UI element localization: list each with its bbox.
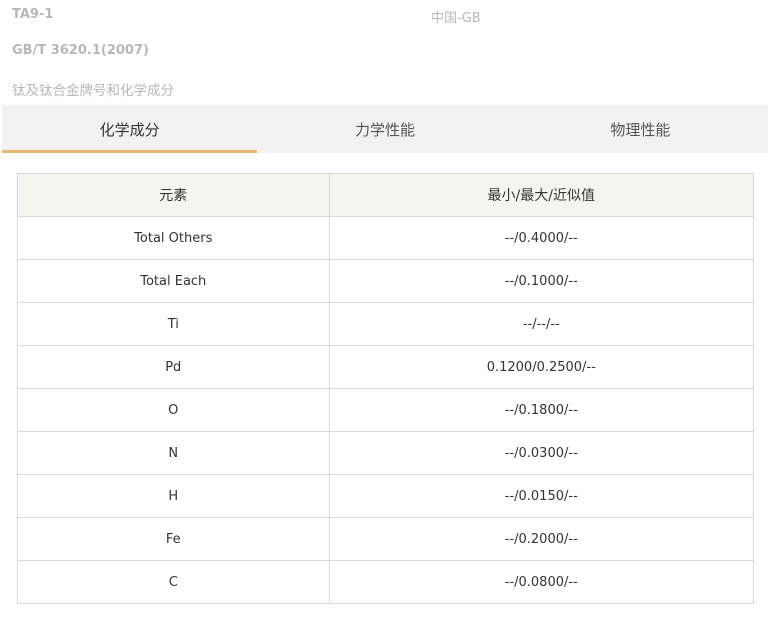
country-standard-label: 中国-GB xyxy=(431,11,481,26)
value-cell: --/0.0800/-- xyxy=(328,560,755,604)
element-cell: Fe xyxy=(17,517,330,561)
table-row: C --/0.0800/-- xyxy=(17,560,755,604)
table-row: H --/0.0150/-- xyxy=(17,474,755,518)
composition-table: 元素 最小/最大/近似值 Total Others --/0.4000/-- T… xyxy=(17,173,755,604)
tab-physical-properties[interactable]: 物理性能 xyxy=(513,105,768,153)
value-cell: --/0.0300/-- xyxy=(328,431,755,475)
value-cell: --/0.1800/-- xyxy=(328,388,755,432)
element-cell: H xyxy=(17,474,330,518)
table-row: Ti --/--/-- xyxy=(17,302,755,346)
grade-label: TA9-1 xyxy=(12,7,54,22)
standard-title-label: 钛及钛合金牌号和化学成分 xyxy=(12,83,174,99)
table-row: O --/0.1800/-- xyxy=(17,388,755,432)
value-cell: 0.1200/0.2500/-- xyxy=(328,345,755,389)
value-cell: --/0.4000/-- xyxy=(328,216,755,260)
element-cell: O xyxy=(17,388,330,432)
property-tabs: 化学成分 力学性能 物理性能 xyxy=(2,105,768,153)
element-cell: C xyxy=(17,560,330,604)
element-cell: Total Each xyxy=(17,259,330,303)
element-column-header: 元素 xyxy=(17,173,330,217)
element-cell: Total Others xyxy=(17,216,330,260)
table-row: Pd 0.1200/0.2500/-- xyxy=(17,345,755,389)
tab-chemical-composition[interactable]: 化学成分 xyxy=(2,105,258,153)
table-header-row: 元素 最小/最大/近似值 xyxy=(17,173,755,217)
element-cell: Ti xyxy=(17,302,330,346)
table-row: Total Others --/0.4000/-- xyxy=(17,216,755,260)
value-cell: --/--/-- xyxy=(328,302,755,346)
value-cell: --/0.0150/-- xyxy=(328,474,755,518)
standard-number-label: GB/T 3620.1(2007) xyxy=(12,43,149,58)
table-row: Total Each --/0.1000/-- xyxy=(17,259,755,303)
value-cell: --/0.1000/-- xyxy=(328,259,755,303)
value-column-header: 最小/最大/近似值 xyxy=(328,173,755,217)
tab-mechanical-properties[interactable]: 力学性能 xyxy=(257,105,512,153)
element-cell: N xyxy=(17,431,330,475)
element-cell: Pd xyxy=(17,345,330,389)
table-row: N --/0.0300/-- xyxy=(17,431,755,475)
value-cell: --/0.2000/-- xyxy=(328,517,755,561)
table-row: Fe --/0.2000/-- xyxy=(17,517,755,561)
